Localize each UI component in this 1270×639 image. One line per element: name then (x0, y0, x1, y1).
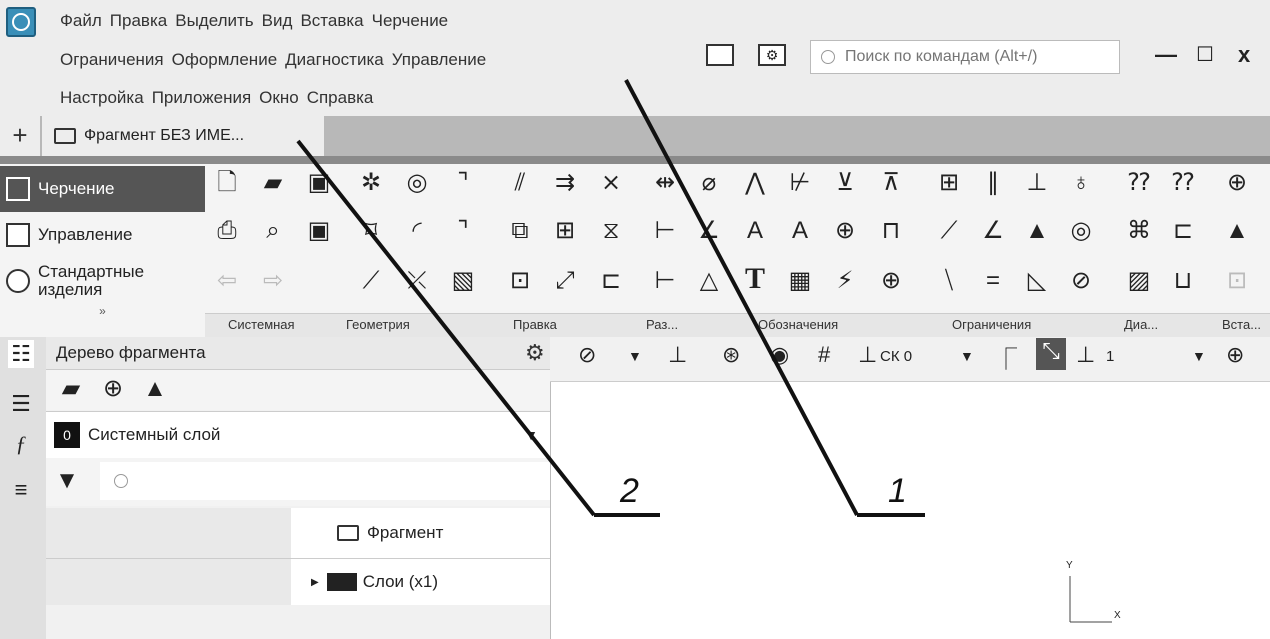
annotation-overlay (296, 79, 1112, 623)
callout-line-1 (624, 79, 859, 516)
axis-y-label: Y (1066, 560, 1073, 571)
callout-label-1: 1 (888, 472, 907, 510)
callout-label-2: 2 (620, 472, 639, 510)
callout-line-2 (296, 139, 596, 517)
axis-x-label: X (1114, 610, 1121, 621)
